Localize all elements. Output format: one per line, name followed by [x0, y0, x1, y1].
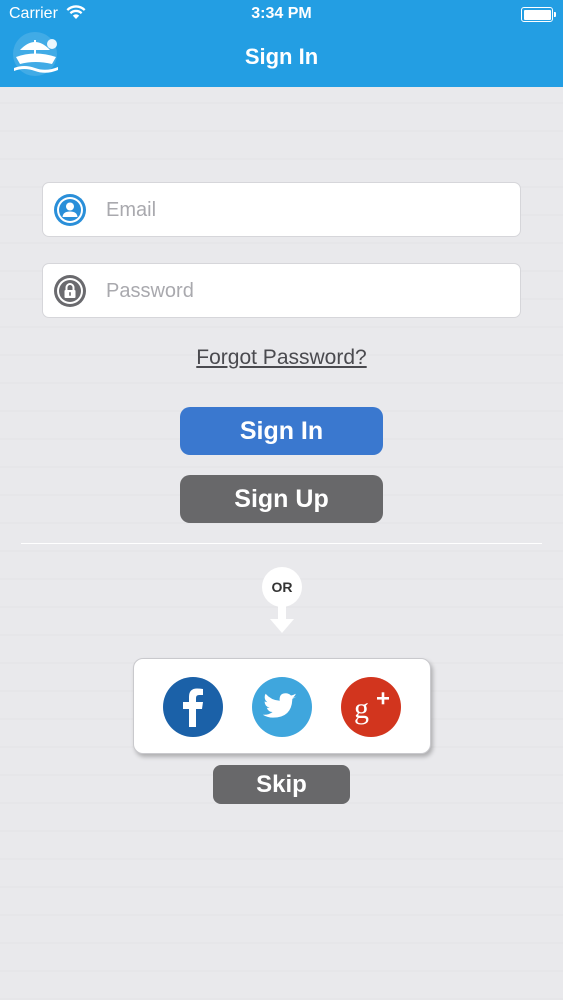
sign-in-button[interactable]: Sign In — [180, 407, 383, 455]
password-input[interactable] — [106, 272, 506, 310]
clock: 3:34 PM — [251, 5, 312, 22]
twitter-icon[interactable] — [252, 677, 312, 737]
down-arrow-icon — [270, 603, 294, 633]
sign-up-button[interactable]: Sign Up — [180, 475, 383, 523]
email-input[interactable] — [106, 191, 506, 229]
navigation-bar: Carrier 3:34 PM Sign In — [0, 0, 563, 87]
facebook-icon[interactable] — [163, 677, 223, 737]
svg-text:g: g — [354, 692, 369, 725]
battery-icon — [521, 7, 556, 22]
status-bar: Carrier 3:34 PM — [0, 0, 563, 30]
or-separator: OR — [262, 567, 302, 637]
google-plus-icon[interactable]: g — [341, 677, 401, 737]
divider — [21, 543, 542, 544]
email-field[interactable] — [42, 182, 521, 237]
forgot-password-link[interactable]: Forgot Password? — [0, 346, 563, 370]
lock-icon — [54, 275, 86, 307]
password-field[interactable] — [42, 263, 521, 318]
skip-button[interactable]: Skip — [213, 765, 350, 804]
user-icon — [54, 194, 86, 226]
or-label: OR — [262, 567, 302, 607]
social-login-panel: g — [133, 658, 431, 754]
page-title: Sign In — [244, 44, 319, 69]
